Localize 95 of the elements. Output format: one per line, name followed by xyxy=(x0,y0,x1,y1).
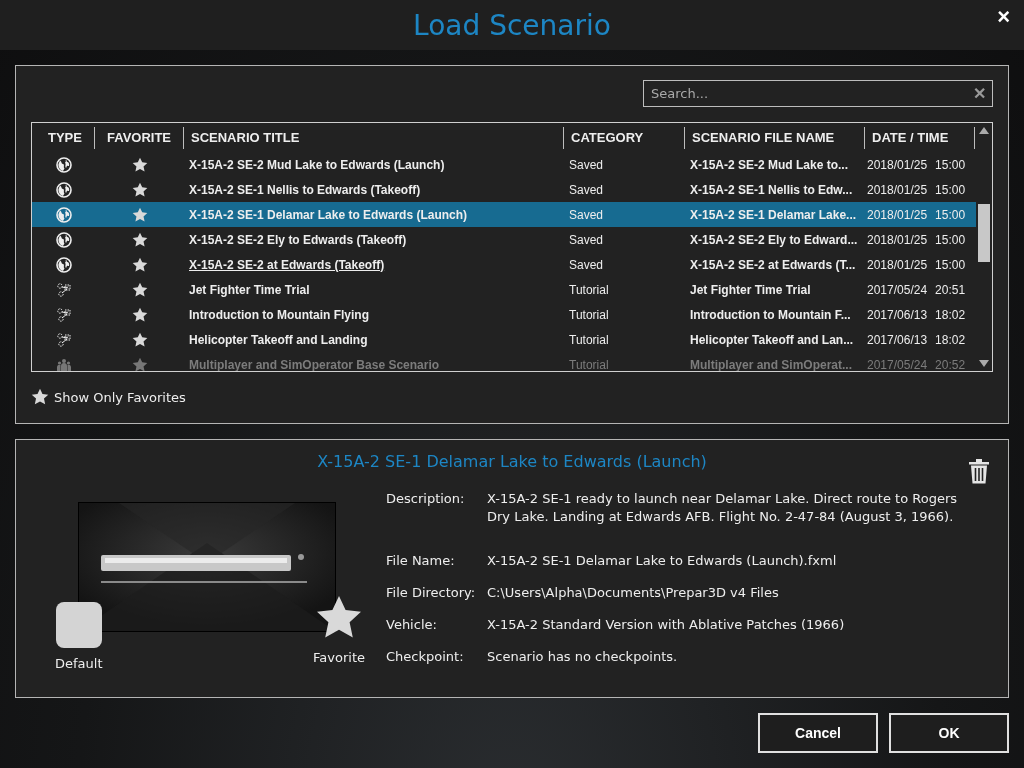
file-name-cell-text: X-15A-2 SE-2 Mud Lake to... xyxy=(689,157,850,172)
route-icon xyxy=(55,306,72,323)
search-field[interactable]: Search... ✕ xyxy=(643,80,993,107)
date-cell: 2018/01/25 xyxy=(867,207,928,222)
globe-icon xyxy=(55,181,72,198)
column-header[interactable]: FAVORITE xyxy=(95,126,184,149)
favorite-star-icon[interactable] xyxy=(131,331,148,348)
favorite-star-icon[interactable] xyxy=(131,256,148,273)
scroll-thumb[interactable] xyxy=(978,204,990,262)
trash-icon[interactable] xyxy=(968,458,990,484)
date-cell: 2018/01/25 xyxy=(867,257,928,272)
globe-icon xyxy=(55,256,72,273)
favorite-label: Favorite xyxy=(313,650,365,665)
scenario-title: Introduction to Mountain Flying xyxy=(188,307,370,322)
category-cell-text: Saved xyxy=(568,257,605,272)
favorite-star-icon[interactable] xyxy=(131,356,148,371)
scenario-heading: X-15A-2 SE-1 Delamar Lake to Edwards (Launch) xyxy=(317,452,707,473)
field-value: C:\Users\Alpha\Documents\Prepar3D v4 Files xyxy=(487,584,780,602)
window-title: Load Scenario xyxy=(413,8,611,42)
globe-icon xyxy=(55,206,72,223)
field-label: Description: xyxy=(386,490,466,508)
column-header[interactable]: SCENARIO TITLE xyxy=(184,126,564,149)
selected-row[interactable]: X-15A-2 SE-1 Delamar Lake to Edwards (Launch) Saved X-15A-2 SE-1 Delamar Lake... 2018/01/25 15:00 xyxy=(32,202,976,227)
file-name-cell-text: X-15A-2 SE-2 at Edwards (T... xyxy=(689,257,857,272)
time-cell: 20:52 xyxy=(935,357,966,371)
file-name-cell-text: Helicopter Takeoff and Lan... xyxy=(689,332,855,347)
dialog-button[interactable]: OK xyxy=(889,713,1009,753)
time-cell: 15:00 xyxy=(935,157,966,172)
date-cell: 2017/06/13 xyxy=(867,307,928,322)
time-cell: 15:00 xyxy=(935,207,966,222)
file-name-cell-text: Introduction to Mountain F... xyxy=(689,307,852,322)
column-header[interactable]: SCENARIO FILE NAME xyxy=(685,126,865,149)
file-name-cell-text: X-15A-2 SE-1 Delamar Lake... xyxy=(689,207,858,222)
scenario-title: Multiplayer and SimOperator Base Scenario xyxy=(188,357,441,371)
file-name-cell-text: X-15A-2 SE-1 Nellis to Edw... xyxy=(689,182,854,197)
dialog-button[interactable]: Cancel xyxy=(758,713,878,753)
time-cell: 15:00 xyxy=(935,182,966,197)
field-value: X-15A-2 SE-1 Delamar Lake to Edwards (Launch).fxml xyxy=(487,552,838,570)
column-header[interactable]: CATEGORY xyxy=(564,126,685,149)
scenario-title: Jet Fighter Time Trial xyxy=(188,282,311,297)
field-label: File Directory: xyxy=(386,584,477,602)
scenario-title: X-15A-2 SE-1 Delamar Lake to Edwards (Launch) xyxy=(188,207,469,222)
file-name-cell-text: Multiplayer and SimOperat... xyxy=(689,357,854,371)
date-cell: 2017/05/24 xyxy=(867,357,928,371)
date-cell: 2017/06/13 xyxy=(867,332,928,347)
favorite-star-icon[interactable] xyxy=(131,306,148,323)
column-header[interactable]: TYPE xyxy=(32,126,95,149)
clear-button[interactable]: ✕ xyxy=(967,84,992,103)
field-label: File Name: xyxy=(386,552,456,570)
column-header[interactable]: DATE / TIME xyxy=(865,126,975,149)
favorite-star-icon[interactable] xyxy=(131,156,148,173)
scenario-title: X-15A-2 SE-2 Ely to Edwards (Takeoff) xyxy=(188,232,408,247)
time-cell: 15:00 xyxy=(935,232,966,247)
field-value: X-15A-2 SE-1 ready to launch near Delamar Lake. Direct route to Rogers Dry Lake. Landing at Edwards AFB. Flight No. 2-47-84 (August 3, 1966). xyxy=(487,490,958,526)
default-label: Default xyxy=(55,656,103,671)
date-cell: 2018/01/25 xyxy=(867,232,928,247)
scroll-up-icon xyxy=(979,126,989,134)
file-name-cell-text: Jet Fighter Time Trial xyxy=(689,282,812,297)
category-cell-text: Saved xyxy=(568,157,605,172)
field-value: Scenario has no checkpoints. xyxy=(487,648,679,666)
date-cell: 2017/05/24 xyxy=(867,282,928,297)
route-icon xyxy=(55,331,72,348)
favorite-star-icon[interactable] xyxy=(131,181,148,198)
scenario-title: X-15A-2 SE-2 Mud Lake to Edwards (Launch) xyxy=(188,157,446,172)
favorite-star-icon[interactable] xyxy=(131,231,148,248)
favorites-filter-label[interactable]: Show Only Favorites xyxy=(54,389,186,405)
favorite-star-icon[interactable] xyxy=(131,281,148,298)
field-value: X-15A-2 Standard Version with Ablative Patches (1966) xyxy=(487,616,846,634)
time-cell: 20:51 xyxy=(935,282,966,297)
time-cell: 18:02 xyxy=(935,307,966,322)
field-label: Checkpoint: xyxy=(386,648,465,666)
time-cell: 18:02 xyxy=(935,332,966,347)
date-cell: 2018/01/25 xyxy=(867,157,928,172)
default-icon[interactable] xyxy=(55,602,102,648)
field-label: Vehicle: xyxy=(386,616,438,634)
file-name-cell-text: X-15A-2 SE-2 Ely to Edward... xyxy=(689,232,859,247)
scroll-down-icon xyxy=(979,360,989,368)
category-cell-text: Saved xyxy=(568,182,605,197)
date-cell: 2018/01/25 xyxy=(867,182,928,197)
globe-icon xyxy=(55,231,72,248)
time-cell: 15:00 xyxy=(935,257,966,272)
scenario-title: Helicopter Takeoff and Landing xyxy=(188,332,369,347)
category-cell-text: Saved xyxy=(568,207,605,222)
category-cell-text: Tutorial xyxy=(568,282,610,297)
people-icon xyxy=(55,356,72,371)
category-cell-text: Tutorial xyxy=(568,332,610,347)
route-icon xyxy=(55,281,72,298)
category-cell-text: Tutorial xyxy=(568,307,610,322)
scenario-title: X-15A-2 SE-2 at Edwards (Takeoff) xyxy=(188,257,386,272)
favorite-star-icon[interactable] xyxy=(131,206,148,223)
close-button[interactable]: × xyxy=(993,6,1014,28)
category-cell-text: Tutorial xyxy=(568,357,610,371)
globe-icon xyxy=(55,156,72,173)
category-cell-text: Saved xyxy=(568,232,605,247)
scenario-title: X-15A-2 SE-1 Nellis to Edwards (Takeoff) xyxy=(188,182,422,197)
